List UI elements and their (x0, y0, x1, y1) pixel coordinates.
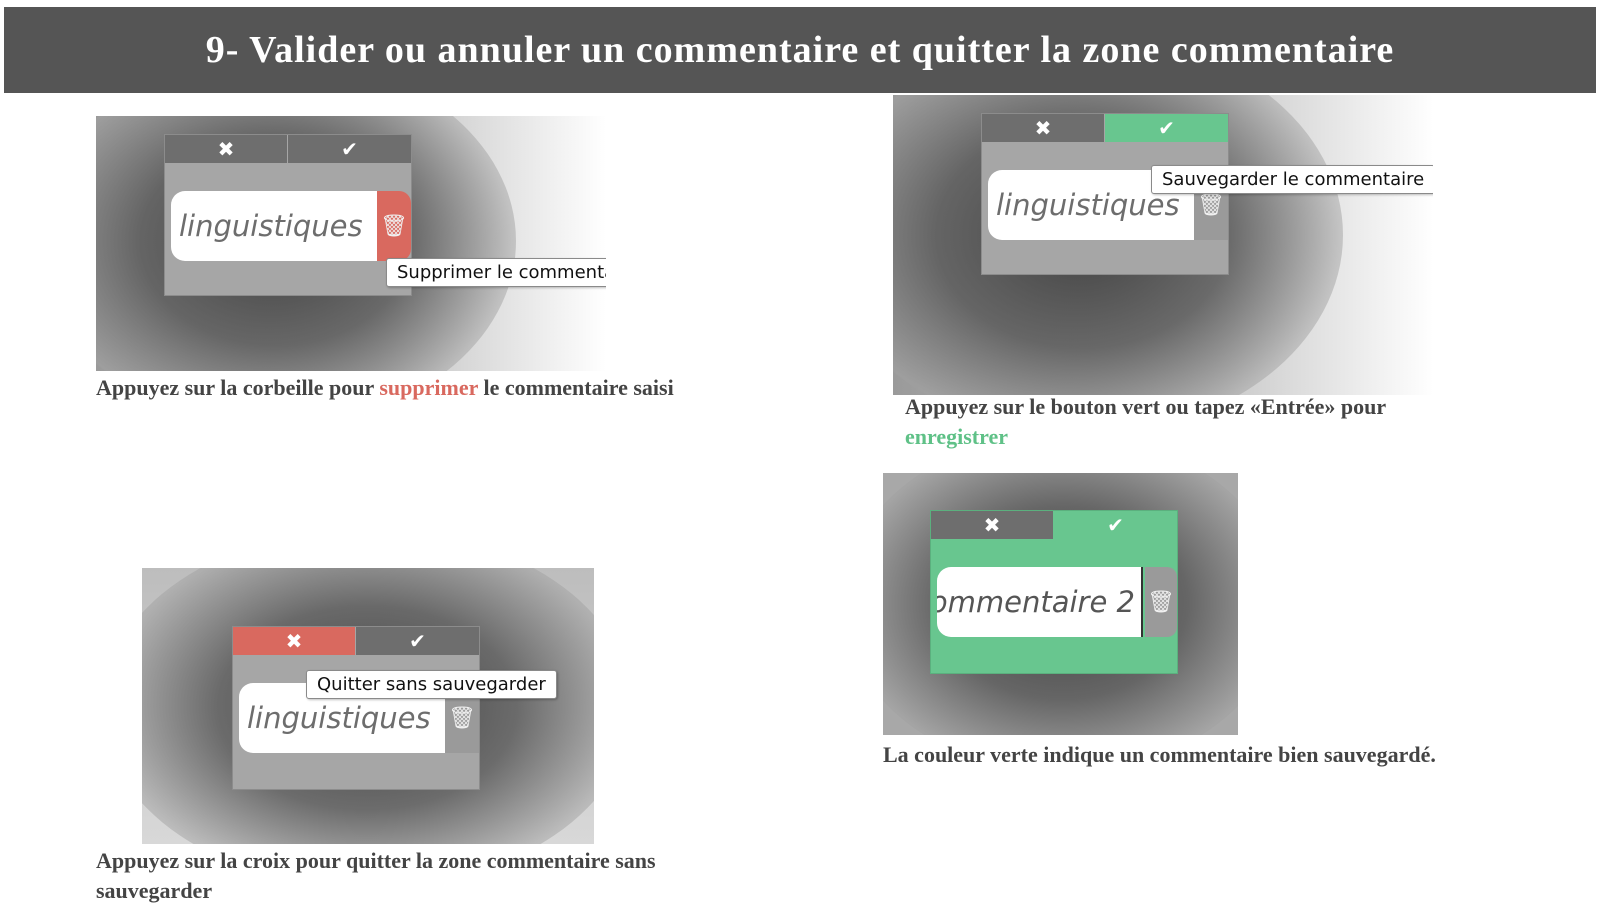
check-icon: ✔ (341, 137, 358, 161)
check-icon: ✔ (1158, 116, 1175, 140)
trash-icon: 🗑 (380, 213, 408, 239)
caption-delete: Appuyez sur la corbeille pour supprimer … (96, 375, 674, 400)
close-icon: ✖ (217, 137, 235, 161)
trash-icon: 🗑 (448, 705, 476, 731)
comment-panel: ✖ ✔ linguistiques 🗑 (164, 134, 412, 296)
delete-button[interactable]: 🗑 (377, 191, 411, 261)
close-icon: ✖ (1034, 116, 1052, 140)
caption-save: Appuyez sur le bouton vert ou tapez «Ent… (905, 394, 1386, 449)
cancel-button[interactable]: ✖ (931, 511, 1053, 539)
tooltip-delete: Supprimer le commentaire ! (386, 258, 606, 287)
tooltip-save: Sauvegarder le commentaire (1151, 165, 1433, 194)
cancel-button[interactable]: ✖ (165, 135, 287, 163)
caption-saved: La couleur verte indique un commentaire … (883, 742, 1436, 767)
cancel-button[interactable]: ✖ (982, 114, 1104, 142)
close-icon: ✖ (285, 629, 303, 653)
comment-input[interactable]: linguistiques (171, 191, 377, 261)
caption-quit: Appuyez sur la croix pour quitter la zon… (96, 848, 656, 903)
check-icon: ✔ (1107, 513, 1124, 537)
confirm-button[interactable]: ✔ (356, 627, 479, 655)
comment-input[interactable]: Commentaire 2 (937, 567, 1143, 637)
screenshot-quit: ✖ ✔ linguistiques 🗑 Quitter sans sauvega… (142, 568, 594, 844)
confirm-button[interactable]: ✔ (1105, 114, 1228, 142)
close-icon: ✖ (983, 513, 1001, 537)
confirm-button[interactable]: ✔ (288, 135, 411, 163)
comment-panel: ✖ ✔ linguistiques 🗑 (981, 113, 1229, 275)
cancel-button[interactable]: ✖ (233, 627, 355, 655)
trash-icon: 🗑 (1197, 192, 1225, 218)
confirm-button[interactable]: ✔ (1054, 511, 1177, 539)
comment-panel: ✖ ✔ Commentaire 2 🗑 (930, 510, 1178, 674)
delete-button[interactable]: 🗑 (1145, 567, 1177, 637)
comment-panel: ✖ ✔ linguistiques 🗑 (232, 626, 480, 790)
screenshot-saved: ✖ ✔ Commentaire 2 🗑 (883, 473, 1238, 735)
page-title: 9- Valider ou annuler un commentaire et … (4, 7, 1596, 93)
check-icon: ✔ (409, 629, 426, 653)
trash-icon: 🗑 (1147, 589, 1175, 615)
tooltip-quit: Quitter sans sauvegarder (306, 670, 557, 699)
screenshot-save: ✖ ✔ linguistiques 🗑 Sauvegarder le comme… (893, 95, 1433, 395)
screenshot-delete: ✖ ✔ linguistiques 🗑 Supprimer le comment… (96, 116, 606, 371)
